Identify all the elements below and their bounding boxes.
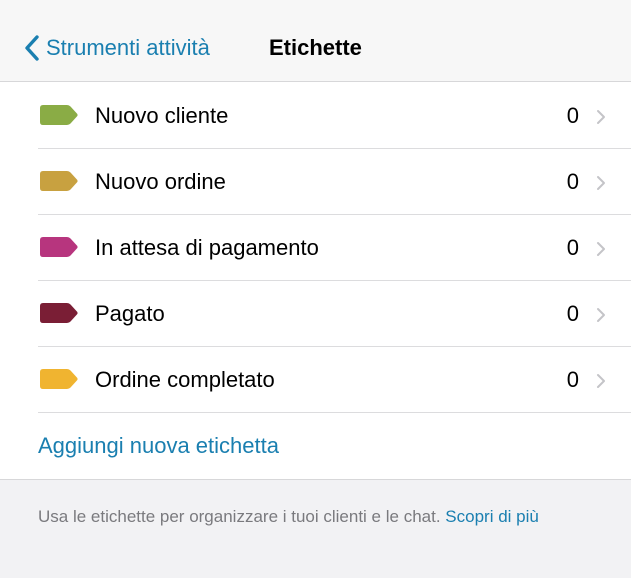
labels-screen: Strumenti attività Etichette Nuovo clien… (0, 0, 631, 578)
label-name: Pagato (95, 301, 165, 326)
label-tag-icon (40, 303, 78, 323)
page-title: Etichette (269, 35, 362, 60)
label-count: 0 (566, 301, 579, 326)
chevron-right-icon (596, 241, 606, 257)
chevron-right-icon (596, 109, 606, 125)
label-count: 0 (566, 235, 579, 260)
chevron-right-icon (596, 307, 606, 323)
label-tag-icon (40, 171, 78, 191)
label-tag-shape (40, 303, 78, 323)
label-row-nuovo-ordine[interactable]: Nuovo ordine 0 (0, 149, 631, 215)
label-tag-shape (40, 105, 78, 125)
label-tag-icon (40, 369, 78, 389)
label-tag-icon (40, 237, 78, 257)
footer-info: Usa le etichette per organizzare i tuoi … (0, 479, 631, 578)
label-name: Nuovo ordine (95, 169, 226, 194)
label-count: 0 (566, 169, 579, 194)
label-name: In attesa di pagamento (95, 235, 319, 260)
label-row-in-attesa-di-pagamento[interactable]: In attesa di pagamento 0 (0, 215, 631, 281)
chevron-right-icon (596, 175, 606, 191)
back-button-label: Strumenti attività (46, 35, 210, 60)
chevron-left-icon (24, 34, 40, 62)
label-tag-icon (40, 105, 78, 125)
label-row-nuovo-cliente[interactable]: Nuovo cliente 0 (0, 83, 631, 149)
label-row-ordine-completato[interactable]: Ordine completato 0 (0, 347, 631, 413)
label-count: 0 (566, 103, 579, 128)
label-row-pagato[interactable]: Pagato 0 (0, 281, 631, 347)
label-count: 0 (566, 367, 579, 392)
label-tag-shape (40, 237, 78, 257)
label-list: Nuovo cliente 0 Nuovo ordine 0 In attesa… (0, 83, 631, 479)
label-tag-shape (40, 171, 78, 191)
label-tag-shape (40, 369, 78, 389)
back-button[interactable]: Strumenti attività (24, 30, 210, 66)
learn-more-link[interactable]: Scopri di più (445, 507, 539, 526)
label-name: Nuovo cliente (95, 103, 229, 128)
add-label-row: Aggiungi nuova etichetta (0, 413, 631, 479)
navigation-bar: Strumenti attività Etichette (0, 0, 631, 82)
footer-text: Usa le etichette per organizzare i tuoi … (38, 507, 441, 526)
add-label-button[interactable]: Aggiungi nuova etichetta (38, 433, 279, 459)
chevron-right-icon (596, 373, 606, 389)
label-name: Ordine completato (95, 367, 275, 392)
